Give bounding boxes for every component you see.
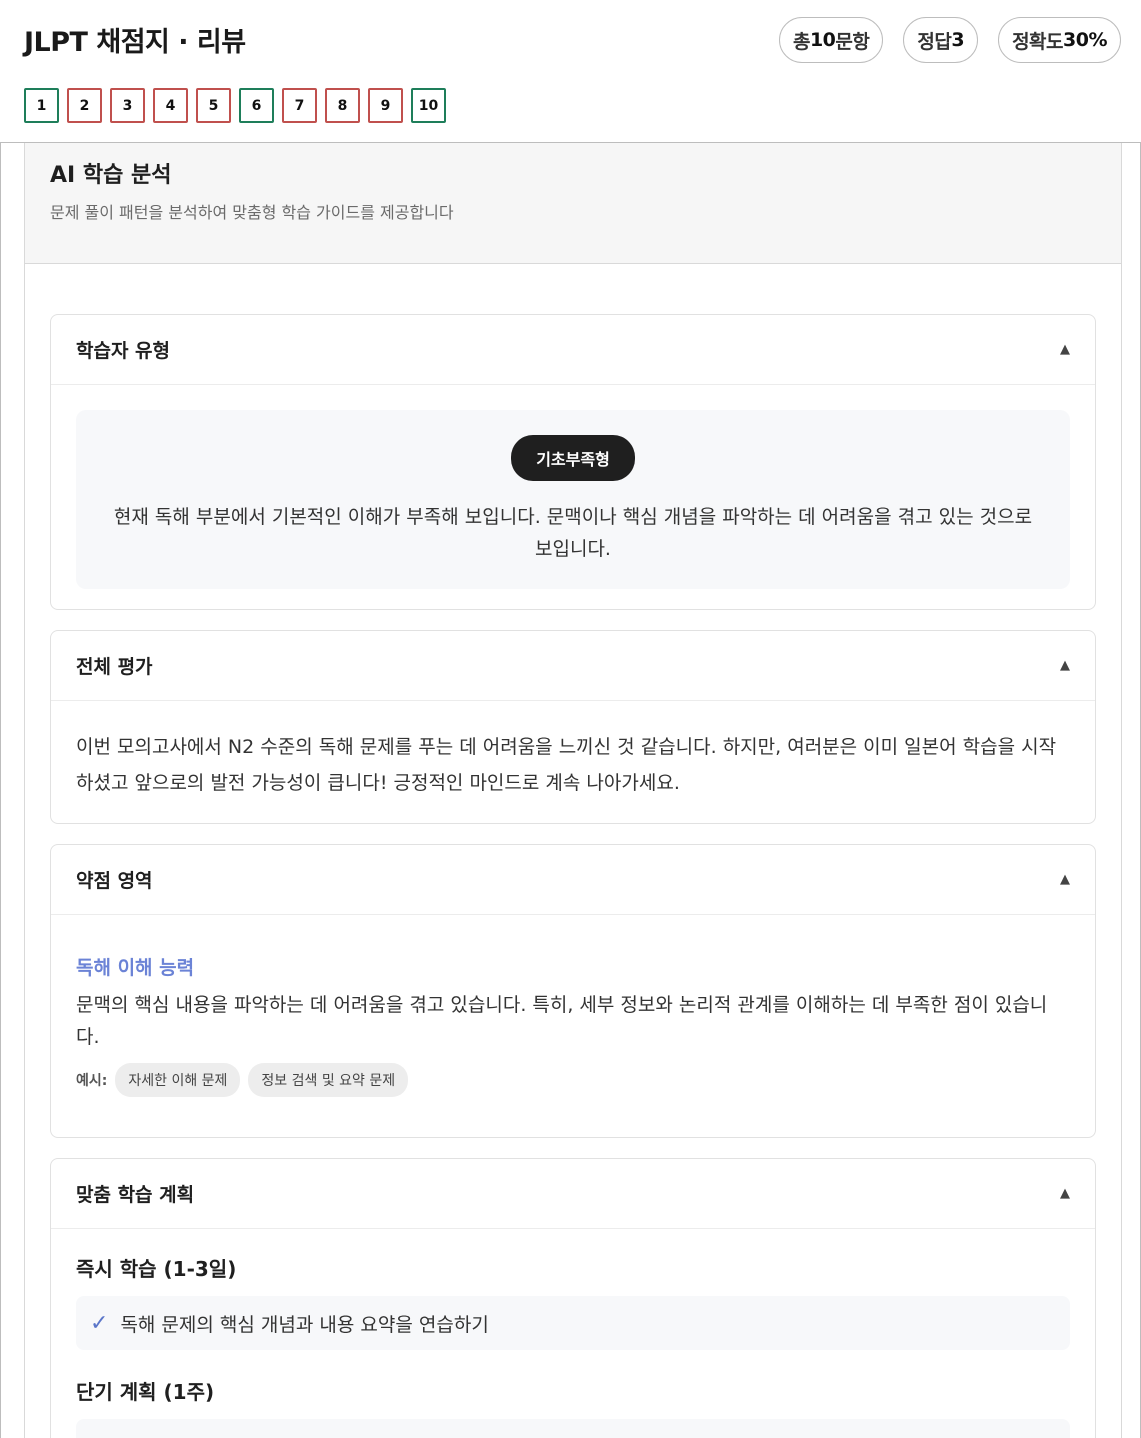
question-button-9[interactable]: 9 <box>368 88 403 123</box>
weakness-header[interactable]: 약점 영역 ▲ <box>51 845 1095 915</box>
total-questions-badge: 총 10 문항 <box>778 17 884 63</box>
collapse-icon[interactable]: ▲ <box>1060 872 1070 887</box>
collapse-icon[interactable]: ▲ <box>1060 1186 1070 1201</box>
plan-item <box>76 1419 1070 1438</box>
question-button-2[interactable]: 2 <box>67 88 102 123</box>
question-button-3[interactable]: 3 <box>110 88 145 123</box>
learner-type-badge: 기초부족형 <box>511 435 635 481</box>
header: JLPT 채점지 · 리뷰 총 10 문항 정답 3 정확도 30% 1 2 3 4 5… <box>0 0 1141 143</box>
weakness-body: 독해 이해 능력 문맥의 핵심 내용을 파악하는 데 어려움을 겪고 있습니다.… <box>51 915 1095 1122</box>
learner-type-box: 기초부족형 현재 독해 부분에서 기본적인 이해가 부족해 보입니다. 문맥이나… <box>76 410 1070 589</box>
learner-type-header[interactable]: 학습자 유형 ▲ <box>51 315 1095 385</box>
collapse-icon[interactable]: ▲ <box>1060 658 1070 673</box>
question-button-5[interactable]: 5 <box>196 88 231 123</box>
learner-type-description: 현재 독해 부분에서 기본적인 이해가 부족해 보입니다. 문맥이나 핵심 개념… <box>113 506 1033 560</box>
short-term-plan-title: 단기 계획 (1주) <box>76 1380 215 1404</box>
question-button-6[interactable]: 6 <box>239 88 274 123</box>
overall-evaluation-card: 전체 평가 ▲ 이번 모의고사에서 N2 수준의 독해 문제를 푸는 데 어려움… <box>50 630 1096 824</box>
weakness-area-description: 문맥의 핵심 내용을 파악하는 데 어려움을 겪고 있습니다. 특히, 세부 정… <box>76 994 1048 1048</box>
overall-evaluation-header[interactable]: 전체 평가 ▲ <box>51 631 1095 701</box>
example-chip: 자세한 이해 문제 <box>115 1063 241 1097</box>
immediate-plan-title: 즉시 학습 (1-3일) <box>76 1257 237 1281</box>
weakness-card: 약점 영역 ▲ 독해 이해 능력 문맥의 핵심 내용을 파악하는 데 어려움을 … <box>50 844 1096 1138</box>
study-plan-title: 맞춤 학습 계획 <box>76 1184 195 1206</box>
question-button-7[interactable]: 7 <box>282 88 317 123</box>
question-button-4[interactable]: 4 <box>153 88 188 123</box>
overall-evaluation-text: 이번 모의고사에서 N2 수준의 독해 문제를 푸는 데 어려움을 느끼신 것 … <box>76 736 1057 794</box>
learner-type-card: 학습자 유형 ▲ 기초부족형 현재 독해 부분에서 기본적인 이해가 부족해 보… <box>50 314 1096 610</box>
analysis-title: AI 학습 분석 <box>50 163 172 188</box>
study-plan-header[interactable]: 맞춤 학습 계획 ▲ <box>51 1159 1095 1229</box>
question-button-8[interactable]: 8 <box>325 88 360 123</box>
plan-item-text: 독해 문제의 핵심 개념과 내용 요약을 연습하기 <box>120 1313 489 1336</box>
plan-item: ✓ 독해 문제의 핵심 개념과 내용 요약을 연습하기 <box>76 1296 1070 1350</box>
stats-group: 총 10 문항 정답 3 정확도 30% <box>778 17 1121 63</box>
ai-analysis-panel: AI 학습 분석 문제 풀이 패턴을 분석하여 맞춤형 학습 가이드를 제공합니… <box>24 143 1122 1438</box>
question-button-1[interactable]: 1 <box>24 88 59 123</box>
example-chip: 정보 검색 및 요약 문제 <box>248 1063 409 1097</box>
correct-count-badge: 정답 3 <box>903 17 979 63</box>
page-title: JLPT 채점지 · 리뷰 <box>24 27 246 58</box>
weakness-title: 약점 영역 <box>76 870 153 892</box>
study-plan-card: 맞춤 학습 계획 ▲ 즉시 학습 (1-3일) ✓ 독해 문제의 핵심 개념과 … <box>50 1158 1096 1438</box>
collapse-icon[interactable]: ▲ <box>1060 342 1070 357</box>
examples-label: 예시: <box>76 1073 108 1089</box>
accuracy-badge: 정확도 30% <box>998 17 1121 63</box>
weakness-area-title: 독해 이해 능력 <box>76 957 195 979</box>
learner-type-title: 학습자 유형 <box>76 340 171 362</box>
overall-evaluation-title: 전체 평가 <box>76 656 153 678</box>
examples-row: 예시: 자세한 이해 문제 정보 검색 및 요약 문제 <box>76 1063 1070 1097</box>
question-button-10[interactable]: 10 <box>411 88 446 123</box>
analysis-header: AI 학습 분석 문제 풀이 패턴을 분석하여 맞춤형 학습 가이드를 제공합니… <box>25 143 1121 264</box>
study-plan-body: 즉시 학습 (1-3일) ✓ 독해 문제의 핵심 개념과 내용 요약을 연습하기… <box>51 1229 1095 1438</box>
analysis-subtitle: 문제 풀이 패턴을 분석하여 맞춤형 학습 가이드를 제공합니다 <box>50 203 454 222</box>
question-nav: 1 2 3 4 5 6 7 8 9 10 <box>24 88 446 123</box>
check-icon: ✓ <box>90 1310 109 1336</box>
